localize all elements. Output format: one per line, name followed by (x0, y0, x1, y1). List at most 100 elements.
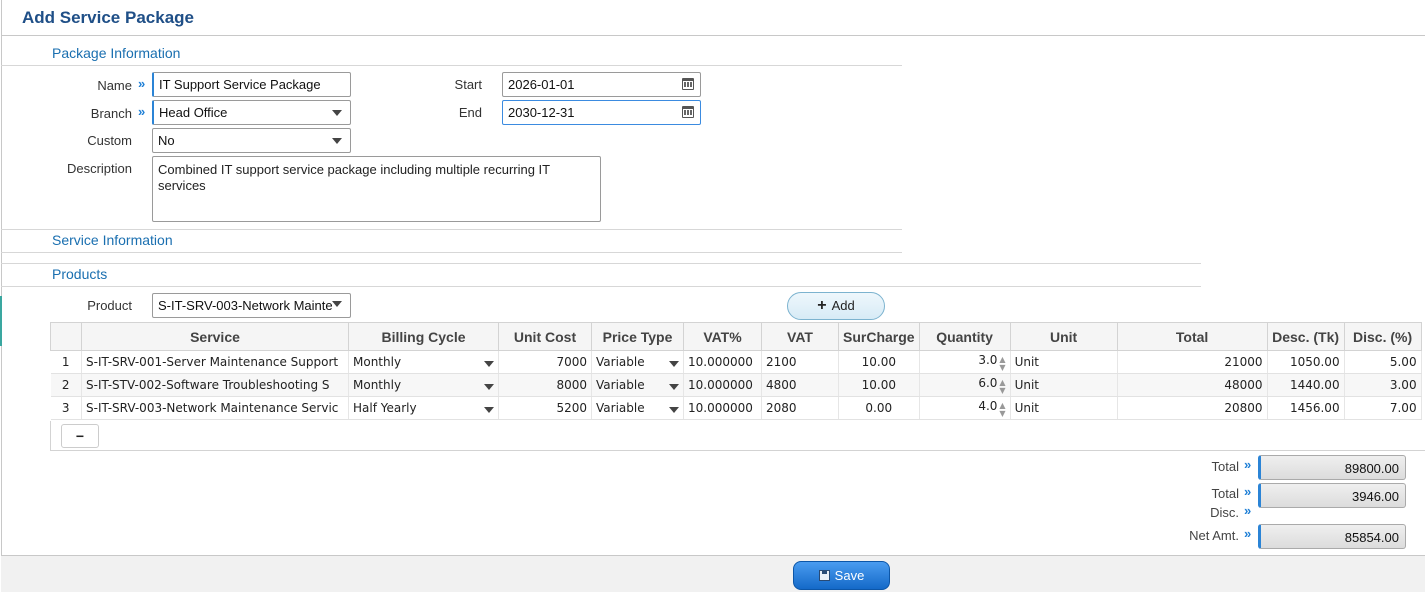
row-number: 2 (50, 373, 82, 397)
section-products: Products (52, 266, 108, 282)
column-header-vat[interactable]: VAT (761, 322, 839, 351)
table-row[interactable]: 1 S-IT-SRV-001-Server Maintenance Suppor… (50, 350, 1422, 374)
disc-pct-cell[interactable]: 3.00 (1344, 373, 1422, 397)
name-field[interactable]: IT Support Service Package (152, 72, 351, 97)
column-header-quantity[interactable]: Quantity (918, 322, 1011, 351)
price-type-cell[interactable]: Variable (591, 350, 684, 374)
quantity-stepper[interactable]: ▲ ▼ 4.0 (919, 396, 1011, 420)
spinner-arrows-icon[interactable]: ▲ ▼ (999, 401, 1005, 418)
description-label: Description (66, 161, 132, 176)
service-cell[interactable]: S-IT-SRV-001-Server Maintenance Support (81, 350, 349, 374)
chevron-down-icon (332, 110, 342, 116)
total-cell: 48000 (1117, 373, 1268, 397)
table-row[interactable]: 3 S-IT-SRV-003-Network Maintenance Servi… (50, 396, 1422, 420)
price-type-cell[interactable]: Variable (591, 373, 684, 397)
unit-cell: Unit (1010, 373, 1118, 397)
product-select[interactable]: S-IT-SRV-003-Network Mainte (152, 293, 351, 318)
chevron-down-icon (669, 361, 679, 367)
disc-pct-cell[interactable]: 5.00 (1344, 350, 1422, 374)
billing-cycle-cell[interactable]: Half Yearly (348, 396, 499, 420)
column-header-desc-tk[interactable]: Desc. (Tk) (1266, 322, 1345, 351)
add-button-label: Add (831, 298, 855, 313)
double-chevron-right-icon: » (1244, 484, 1252, 499)
column-header-unit-cost[interactable]: Unit Cost (498, 322, 592, 351)
product-label: Product (87, 298, 132, 313)
billing-cycle-cell[interactable]: Monthly (348, 350, 499, 374)
billing-cycle-cell[interactable]: Monthly (348, 373, 499, 397)
desc-tk-cell[interactable]: 1050.00 (1267, 350, 1345, 374)
title-divider (1, 35, 1425, 36)
price-type-value: Variable (596, 378, 645, 392)
save-button-label: Save (834, 568, 865, 583)
table-row[interactable]: 2 S-IT-STV-002-Software Troubleshooting … (50, 373, 1422, 397)
desc-tk-cell[interactable]: 1456.00 (1267, 396, 1345, 420)
surcharge-cell[interactable]: 10.00 (838, 373, 920, 397)
surcharge-cell[interactable]: 10.00 (838, 350, 920, 374)
service-cell[interactable]: S-IT-SRV-003-Network Maintenance Servic (81, 396, 349, 420)
section-divider (1, 252, 902, 253)
column-header-price-type[interactable]: Price Type (591, 322, 684, 351)
branch-select[interactable]: Head Office (152, 100, 351, 125)
price-type-cell[interactable]: Variable (591, 396, 684, 420)
remove-row-button[interactable]: − (61, 424, 99, 448)
billing-cycle-value: Monthly (353, 378, 402, 392)
double-chevron-right-icon: » (1244, 457, 1252, 472)
add-product-button[interactable]: + Add (787, 292, 885, 320)
section-service-information: Service Information (52, 232, 173, 248)
column-header-vat-pct[interactable]: VAT% (683, 322, 762, 351)
custom-label: Custom (87, 133, 132, 148)
section-divider (1, 263, 1201, 264)
unit-cost-cell[interactable]: 5200 (498, 396, 592, 420)
unit-cost-cell[interactable]: 7000 (498, 350, 592, 374)
net-amount-field: 85854.00 (1258, 524, 1406, 549)
total-amount-field: 89800.00 (1258, 455, 1406, 480)
end-date-field[interactable]: 2030-12-31 (502, 100, 701, 125)
page-title: Add Service Package (22, 8, 194, 27)
chevron-down-icon (484, 361, 494, 367)
calendar-icon[interactable] (682, 106, 694, 118)
billing-cycle-value: Half Yearly (353, 401, 417, 415)
section-package-information: Package Information (52, 45, 181, 61)
vat-pct-cell[interactable]: 10.000000 (683, 350, 762, 374)
description-textarea[interactable]: Combined IT support service package incl… (152, 156, 601, 222)
custom-select[interactable]: No (152, 128, 351, 153)
column-header-billing-cycle[interactable]: Billing Cycle (348, 322, 499, 351)
column-header-disc-pct[interactable]: Disc. (%) (1343, 322, 1422, 351)
total-cell: 21000 (1117, 350, 1268, 374)
column-header-service[interactable]: Service (81, 322, 349, 351)
left-accent-bar (0, 296, 2, 346)
required-double-chevron-icon: » (138, 104, 146, 119)
double-chevron-right-icon: » (1244, 526, 1252, 541)
quantity-value: 4.0 (978, 398, 998, 413)
column-header-unit[interactable]: Unit (1009, 322, 1118, 351)
surcharge-cell[interactable]: 0.00 (838, 396, 920, 420)
column-header-total[interactable]: Total (1116, 322, 1268, 351)
quantity-value: 6.0 (978, 375, 998, 390)
chevron-down-icon (484, 384, 494, 390)
total-disc-label-line2: Disc. (1210, 505, 1239, 520)
chevron-down-icon (669, 407, 679, 413)
required-double-chevron-icon: » (138, 76, 146, 91)
total-label: Total (1211, 459, 1239, 474)
custom-select-value: No (158, 133, 175, 148)
start-date-field[interactable]: 2026-01-01 (502, 72, 701, 97)
desc-tk-cell[interactable]: 1440.00 (1267, 373, 1345, 397)
footer-bar (1, 555, 1425, 592)
column-header-index (50, 322, 82, 351)
spinner-arrows-icon[interactable]: ▲ ▼ (999, 378, 1005, 395)
unit-cost-cell[interactable]: 8000 (498, 373, 592, 397)
vat-pct-cell[interactable]: 10.000000 (683, 373, 762, 397)
disc-pct-cell[interactable]: 7.00 (1344, 396, 1422, 420)
calendar-icon[interactable] (682, 78, 694, 90)
chevron-down-icon (484, 407, 494, 413)
save-button[interactable]: Save (793, 561, 890, 590)
total-disc-label-line1: Total (1211, 486, 1239, 501)
quantity-stepper[interactable]: ▲ ▼ 3.0 (919, 350, 1011, 374)
branch-label: Branch (90, 106, 132, 121)
column-header-surcharge[interactable]: SurCharge (838, 322, 920, 351)
end-label: End (458, 105, 482, 120)
quantity-stepper[interactable]: ▲ ▼ 6.0 (919, 373, 1011, 397)
vat-pct-cell[interactable]: 10.000000 (683, 396, 762, 420)
spinner-arrows-icon[interactable]: ▲ ▼ (999, 355, 1005, 372)
service-cell[interactable]: S-IT-STV-002-Software Troubleshooting S (81, 373, 349, 397)
